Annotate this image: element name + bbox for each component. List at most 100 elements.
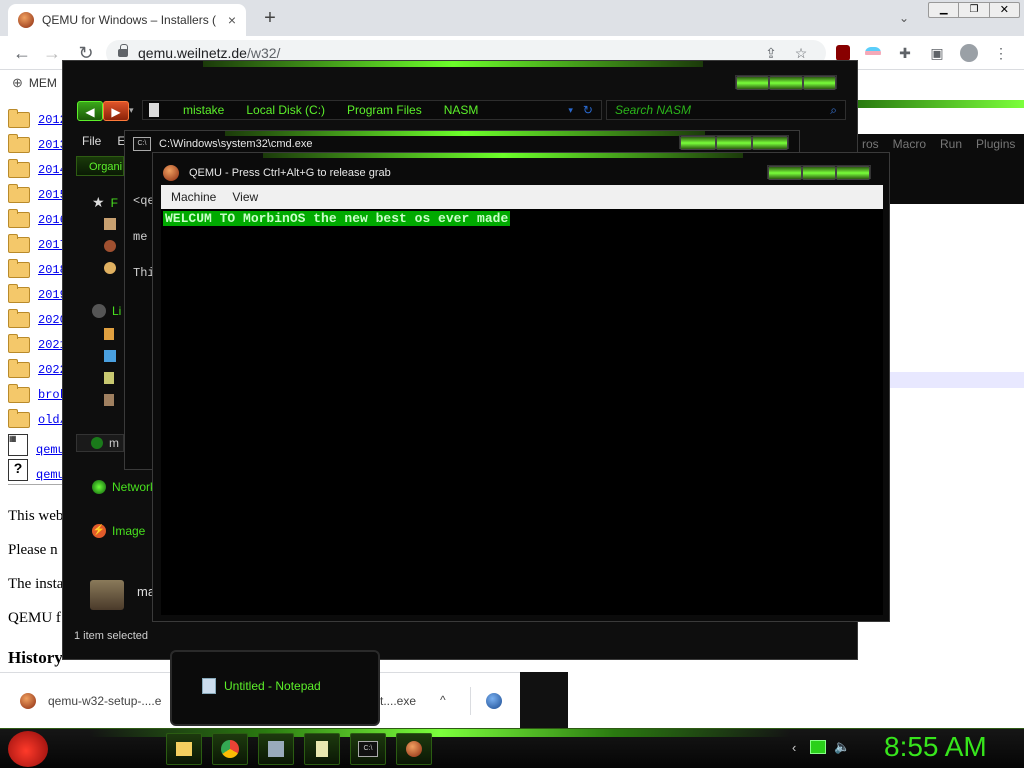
recent-places-icon[interactable] [104,262,116,274]
qemu-display[interactable]: WELCUM TO MorbinOS the new best os ever … [161,209,883,615]
close-icon[interactable]: ✕ [990,3,1019,17]
directory-row[interactable]: 2020 [8,309,67,328]
start-button-angry-bird-icon[interactable] [8,731,48,767]
tray-arrow-icon[interactable]: ‹ [792,740,796,755]
directory-row[interactable]: 2018 [8,259,67,278]
taskbar-notepad[interactable] [304,733,340,765]
directory-row[interactable]: 2012 [8,109,67,128]
back-button[interactable]: ◀ [77,101,103,121]
explorer-search-input[interactable]: Search NASM ⌕ [606,100,846,120]
libraries-group[interactable]: Li [92,304,121,318]
file-link[interactable]: qemu [36,468,65,482]
title-glow [263,153,743,158]
directory-row[interactable]: brok [8,384,67,403]
star-icon: ★ [92,194,105,210]
taskbar-explorer[interactable] [166,733,202,765]
extension-flag-icon[interactable] [862,42,884,64]
downloads-icon[interactable] [104,240,116,252]
minimize-icon[interactable] [736,76,770,90]
documents-icon[interactable] [104,328,114,340]
breadcrumb-item[interactable]: Program Files [347,103,422,117]
download-item[interactable]: qemu-w32-setup-....e [48,694,161,708]
minimize-icon[interactable] [768,166,802,180]
maximize-icon[interactable] [802,166,836,180]
menu-view[interactable]: View [232,190,258,204]
directory-row[interactable]: 2016 [8,209,67,228]
directory-row[interactable]: 2014 [8,159,67,178]
directory-row[interactable]: 2021 [8,334,67,353]
dark-window-edge [520,672,568,728]
forward-button[interactable]: ▶ [103,101,129,121]
search-icon[interactable]: ⌕ [830,103,837,118]
menu-machine[interactable]: Machine [171,190,216,204]
image-label: Image [112,524,146,538]
taskbar-clock[interactable]: 8:55 AM [884,731,987,763]
network-icon [92,480,106,494]
refresh-icon[interactable]: ↻ [583,103,593,117]
menu-item[interactable]: Run [940,137,962,151]
download-item[interactable]: t....exe [380,694,416,708]
directory-row[interactable]: old/ [8,409,67,428]
folder-icon [8,384,30,403]
browser-tab[interactable]: QEMU for Windows – Installers ( × [8,4,246,36]
homegroup-item[interactable]: m [76,434,124,452]
tab-search-chevron-icon[interactable]: ⌄ [892,8,916,28]
directory-row[interactable]: 2019 [8,284,67,303]
minimize-icon[interactable] [680,136,716,150]
videos-icon[interactable] [104,394,114,406]
breadcrumb-item[interactable]: Local Disk (C:) [246,103,325,117]
close-icon[interactable] [836,166,870,180]
profile-avatar-icon[interactable] [958,42,980,64]
app-icon [268,741,284,757]
back-arrow-icon[interactable]: ← [8,39,36,67]
maximize-icon[interactable]: ❐ [959,3,990,17]
directory-row[interactable]: 2022 [8,359,67,378]
folder-icon [8,334,30,353]
taskbar-cmd[interactable]: C:\ [350,733,386,765]
favorites-group[interactable]: ★ F [92,194,118,211]
title-glow [203,61,703,67]
new-tab-button[interactable]: + [258,6,282,30]
directory-row[interactable]: 2015 [8,184,67,203]
taskbar-app[interactable] [258,733,294,765]
image-item[interactable]: ⚡ Image [92,524,145,538]
menu-item[interactable]: Macro [893,137,926,151]
tab-close-icon[interactable]: × [228,12,236,28]
explorer-address-bar[interactable]: mistake Local Disk (C:) Program Files NA… [142,100,602,120]
file-thumbnail-icon[interactable] [90,580,124,610]
minimize-icon[interactable]: ▁ [929,3,960,17]
taskbar-qemu[interactable] [396,733,432,765]
volume-icon[interactable]: 🔈 [834,739,850,755]
taskbar-thumbnail-preview[interactable]: Untitled - Notepad [170,650,380,726]
organize-button[interactable]: Organi [76,156,124,176]
directory-row[interactable]: 2013 [8,134,67,153]
side-panel-icon[interactable]: ▣ [926,42,948,64]
globe-download-icon[interactable] [486,693,502,709]
menu-item[interactable]: Plugins [976,137,1015,151]
breadcrumb-item[interactable]: mistake [183,103,224,117]
network-item[interactable]: Network [92,480,156,494]
extensions-puzzle-icon[interactable]: ✚ [894,42,916,64]
pictures-icon[interactable] [104,372,114,384]
menu-file[interactable]: File [82,134,101,148]
history-dropdown-icon[interactable]: ▾ [129,105,134,116]
breadcrumb-item[interactable]: NASM [444,103,479,117]
taskbar-apps: C:\ [166,733,432,765]
maximize-icon[interactable] [769,76,803,90]
close-icon[interactable] [802,76,836,90]
music-icon[interactable] [104,350,116,362]
directory-row[interactable]: 2017 [8,234,67,253]
maximize-icon[interactable] [716,136,752,150]
file-link[interactable]: qemu [36,443,65,457]
kebab-menu-icon[interactable]: ⋮ [990,42,1012,64]
bookmark-item[interactable]: MEM [29,76,57,90]
close-icon[interactable] [752,136,788,150]
download-chevron-icon[interactable]: ^ [440,693,446,707]
editor-menubar: ros Macro Run Plugins [858,134,1024,154]
system-tray: ‹ 🔈 [792,739,851,755]
battery-icon[interactable] [810,740,827,754]
desktop-icon[interactable] [104,218,116,230]
address-dropdown-icon[interactable]: ▾ [568,105,573,116]
taskbar-chrome[interactable] [212,733,248,765]
menu-item[interactable]: ros [862,137,879,151]
